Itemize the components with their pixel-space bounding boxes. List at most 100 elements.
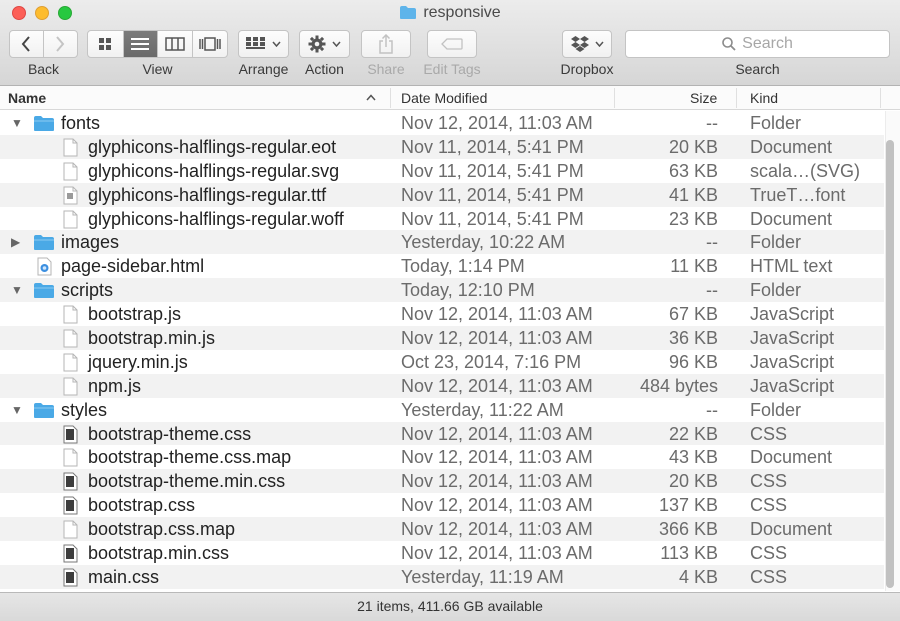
column-header-name[interactable]: Name — [8, 90, 46, 106]
file-name: bootstrap.min.css — [88, 543, 230, 564]
list-item[interactable]: ▼ scripts Today, 12:10 PM -- Folder — [0, 278, 884, 303]
disclosure-expanded-icon[interactable]: ▼ — [11, 278, 23, 302]
file-kind: scala…(SVG) — [750, 160, 861, 181]
list-item[interactable]: npm.js Nov 12, 2014, 11:03 AM 484 bytes Jav… — [0, 373, 884, 398]
column-header-date-modified[interactable]: Date Modified — [401, 90, 487, 106]
file-name: fonts — [61, 113, 101, 133]
file-size: 484 bytes — [639, 375, 718, 396]
arrange-button[interactable] — [238, 30, 289, 58]
status-text: 21 items, 411.66 GB available — [357, 598, 543, 614]
file-size: 22 KB — [668, 423, 718, 444]
list-item[interactable]: bootstrap.min.css Nov 12, 2014, 11:03 AM 1… — [0, 541, 884, 565]
icon-grid-icon — [99, 38, 112, 50]
back-label: Back — [27, 61, 60, 77]
file-date-modified: Nov 12, 2014, 11:03 AM — [401, 543, 593, 564]
list-item[interactable]: page-sidebar.html Today, 1:14 PM 11 KB HTML… — [0, 254, 884, 278]
file-date-modified: Yesterday, 11:19 AM — [401, 566, 564, 587]
list-item[interactable]: bootstrap-theme.min.css Nov 12, 2014, 11:… — [0, 469, 884, 494]
list-item[interactable]: glyphicons-halflings-regular.eot Nov 11, … — [0, 134, 884, 159]
tag-icon — [441, 38, 463, 50]
columns-icon — [165, 37, 185, 51]
column-header-kind[interactable]: Kind — [750, 90, 778, 106]
file-kind: TrueT…font — [750, 184, 846, 205]
file-date-modified: Oct 23, 2014, 7:16 PM — [401, 351, 582, 372]
file-date-modified: Today, 12:10 PM — [401, 280, 535, 301]
column-header-bar: Name Date Modified Size Kind — [0, 86, 900, 110]
window-title: responsive — [0, 4, 900, 22]
file-size: -- — [706, 280, 718, 301]
scrollbar-thumb[interactable] — [886, 140, 894, 588]
file-name: bootstrap-theme.css — [88, 423, 252, 444]
column-header-size[interactable]: Size — [690, 90, 717, 106]
file-kind: CSS — [750, 566, 788, 587]
edit-tags-button[interactable] — [427, 30, 477, 58]
chevron-down-icon — [332, 41, 341, 47]
list-icon — [131, 38, 150, 50]
file-date-modified: Nov 12, 2014, 11:03 AM — [401, 375, 593, 396]
list-item[interactable]: ▼ fonts Nov 12, 2014, 11:03 AM -- Folder — [0, 111, 884, 135]
file-size: 67 KB — [668, 304, 718, 325]
file-name: styles — [61, 399, 108, 420]
dropbox-button[interactable] — [562, 30, 612, 58]
search-icon — [722, 37, 736, 51]
titlebar-toolbar: responsive Back View Arrange Action Shar… — [0, 0, 900, 86]
file-kind: Folder — [750, 399, 802, 420]
disclosure-expanded-icon[interactable]: ▼ — [11, 111, 23, 135]
file-kind: Folder — [750, 280, 802, 301]
list-item[interactable]: bootstrap.js Nov 12, 2014, 11:03 AM 67 KB J… — [0, 302, 884, 326]
list-item[interactable]: bootstrap.css Nov 12, 2014, 11:03 AM 137 K… — [0, 493, 884, 517]
file-date-modified: Today, 1:14 PM — [401, 256, 525, 277]
list-item[interactable]: glyphicons-halflings-regular.woff Nov 11,… — [0, 207, 884, 231]
cover-flow-view-button[interactable] — [193, 31, 228, 57]
list-item[interactable]: glyphicons-halflings-regular.ttf Nov 11, … — [0, 182, 884, 207]
file-date-modified: Nov 12, 2014, 11:03 AM — [401, 447, 593, 468]
list-item[interactable]: ▼ styles Yesterday, 11:22 AM -- Folder — [0, 398, 884, 422]
action-button[interactable] — [299, 30, 350, 58]
file-date-modified: Nov 12, 2014, 11:03 AM — [401, 495, 593, 516]
file-size: 366 KB — [658, 519, 718, 540]
file-kind: JavaScript — [750, 351, 835, 372]
file-size: 23 KB — [668, 208, 718, 229]
column-view-button[interactable] — [158, 31, 193, 57]
file-date-modified: Yesterday, 10:22 AM — [401, 232, 566, 253]
file-name: bootstrap-theme.min.css — [88, 471, 286, 492]
file-name: bootstrap.css.map — [88, 519, 236, 540]
list-item[interactable]: glyphicons-halflings-regular.svg Nov 11, … — [0, 159, 884, 183]
cover-flow-icon — [199, 37, 221, 51]
dropbox-icon — [571, 36, 589, 52]
back-button[interactable] — [10, 31, 44, 57]
file-date-modified: Nov 12, 2014, 11:03 AM — [401, 519, 593, 540]
icon-view-button[interactable] — [88, 31, 124, 57]
share-button[interactable] — [361, 30, 411, 58]
file-kind: JavaScript — [750, 375, 835, 396]
file-date-modified: Nov 12, 2014, 11:03 AM — [401, 113, 593, 133]
file-date-modified: Nov 11, 2014, 5:41 PM — [401, 184, 584, 205]
list-view-button[interactable] — [123, 31, 158, 57]
list-item[interactable]: bootstrap.min.js Nov 12, 2014, 11:03 AM 36… — [0, 326, 884, 350]
file-date-modified: Nov 11, 2014, 5:41 PM — [401, 136, 584, 157]
file-kind: JavaScript — [750, 304, 835, 325]
search-input[interactable]: Search — [625, 30, 890, 58]
file-kind: CSS — [750, 543, 788, 564]
file-date-modified: Nov 12, 2014, 11:03 AM — [401, 328, 593, 349]
file-kind: HTML text — [750, 256, 833, 277]
share-label: Share — [367, 61, 405, 77]
arrange-grid-icon — [246, 37, 265, 49]
disclosure-collapsed-icon[interactable]: ▶ — [11, 230, 20, 254]
forward-button[interactable] — [44, 31, 78, 57]
file-date-modified: Nov 11, 2014, 5:41 PM — [401, 160, 584, 181]
list-item[interactable]: bootstrap-theme.css Nov 12, 2014, 11:03 A… — [0, 421, 884, 446]
file-date-modified: Yesterday, 11:22 AM — [401, 399, 564, 420]
list-item[interactable]: bootstrap.css.map Nov 12, 2014, 11:03 AM 3… — [0, 517, 884, 542]
list-item[interactable]: bootstrap-theme.css.map Nov 12, 2014, 11:… — [0, 445, 884, 469]
file-date-modified: Nov 12, 2014, 11:03 AM — [401, 423, 593, 444]
list-item[interactable]: jquery.min.js Oct 23, 2014, 7:16 PM 96 KB J… — [0, 350, 884, 374]
file-name: glyphicons-halflings-regular.svg — [88, 160, 340, 181]
chevron-down-icon — [595, 41, 604, 47]
list-item[interactable]: ▶ images Yesterday, 10:22 AM -- Folder — [0, 230, 884, 255]
disclosure-expanded-icon[interactable]: ▼ — [11, 398, 23, 422]
list-item[interactable]: main.css Yesterday, 11:19 AM 4 KB CSS — [0, 564, 884, 589]
file-date-modified: Nov 12, 2014, 11:03 AM — [401, 304, 593, 325]
finder-window: responsive Back View Arrange Action Shar… — [0, 0, 900, 621]
file-kind: Document — [750, 208, 833, 229]
